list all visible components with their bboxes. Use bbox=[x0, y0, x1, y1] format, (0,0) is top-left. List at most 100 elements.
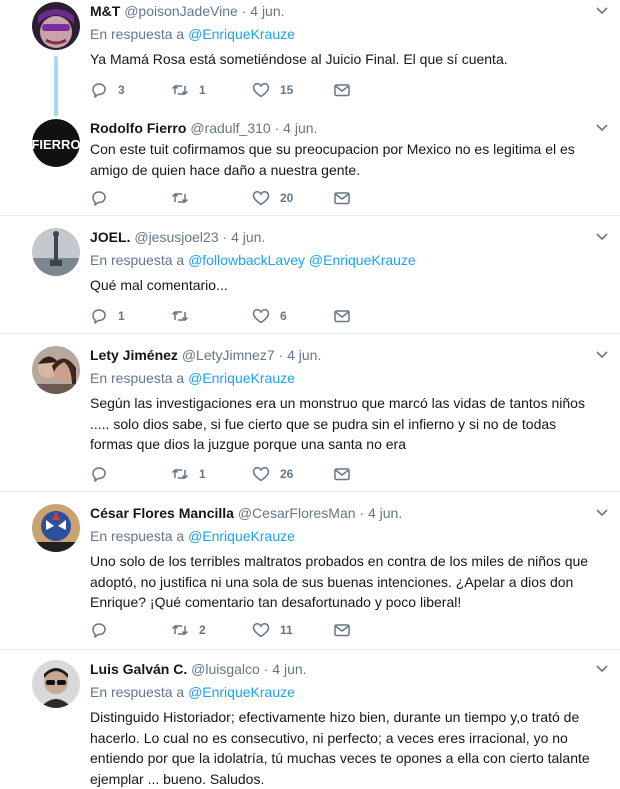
tweet-feed: M&T @poisonJadeVine · 4 jun. En respuest… bbox=[0, 0, 620, 787]
timestamp[interactable]: 4 jun. bbox=[250, 3, 284, 19]
reply-icon bbox=[92, 467, 106, 482]
mention-link[interactable]: @EnriqueKrauze bbox=[309, 252, 416, 268]
tweet[interactable]: M&T @poisonJadeVine · 4 jun. En respuest… bbox=[0, 0, 620, 116]
chevron-down-icon[interactable] bbox=[596, 232, 608, 242]
direct-message-button[interactable] bbox=[333, 188, 363, 208]
author-name[interactable]: M&T bbox=[90, 3, 120, 19]
chevron-down-icon[interactable] bbox=[596, 350, 608, 360]
reply-icon bbox=[92, 309, 106, 324]
timestamp[interactable]: 4 jun. bbox=[283, 120, 317, 136]
heart-icon bbox=[252, 83, 270, 98]
reply-context: En respuesta a @followbackLavey @Enrique… bbox=[90, 252, 416, 268]
author-name[interactable]: César Flores Mancilla bbox=[90, 505, 234, 521]
avatar[interactable] bbox=[32, 346, 80, 394]
reply-icon bbox=[92, 191, 106, 206]
like-button[interactable]: 26 bbox=[252, 464, 333, 484]
tweet-text: Uno solo de los terribles maltratos prob… bbox=[90, 553, 589, 610]
reply-context: En respuesta a @EnriqueKrauze bbox=[90, 26, 295, 42]
reply-context: En respuesta a @EnriqueKrauze bbox=[90, 528, 295, 544]
retweet-button[interactable]: 1 bbox=[171, 80, 252, 100]
avatar[interactable] bbox=[32, 504, 80, 552]
reply-button[interactable]: 1 bbox=[90, 306, 171, 326]
author-handle[interactable]: @radulf_310 bbox=[190, 120, 270, 136]
envelope-icon bbox=[334, 310, 350, 323]
avatar[interactable] bbox=[32, 660, 80, 708]
retweet-icon bbox=[171, 469, 189, 479]
direct-message-button[interactable] bbox=[333, 306, 363, 326]
like-button[interactable]: 20 bbox=[252, 188, 333, 208]
author-handle[interactable]: @luisgalco bbox=[191, 661, 260, 677]
timestamp[interactable]: 4 jun. bbox=[287, 347, 321, 363]
heart-icon bbox=[252, 191, 270, 206]
tweet[interactable]: César Flores Mancilla @CesarFloresMan · … bbox=[0, 492, 620, 650]
direct-message-button[interactable] bbox=[333, 80, 363, 100]
like-button[interactable]: 15 bbox=[252, 80, 333, 100]
reply-icon bbox=[92, 623, 106, 638]
mention-link[interactable]: @EnriqueKrauze bbox=[188, 26, 295, 42]
retweet-button[interactable]: 1 bbox=[171, 464, 252, 484]
tweet-header: César Flores Mancilla @CesarFloresMan · … bbox=[90, 505, 403, 521]
timestamp[interactable]: 4 jun. bbox=[368, 505, 402, 521]
author-name[interactable]: Luis Galván C. bbox=[90, 661, 187, 677]
author-name[interactable]: Rodolfo Fierro bbox=[90, 120, 186, 136]
thread-line bbox=[54, 56, 58, 116]
avatar-logo-text: FIERRO bbox=[32, 137, 80, 152]
tweet-text: Distinguido Historiador; efectivamente h… bbox=[90, 709, 590, 787]
reply-icon bbox=[92, 83, 106, 98]
reply-button[interactable] bbox=[90, 620, 171, 640]
tweet[interactable]: JOEL. @jesusjoel23 · 4 jun. En respuesta… bbox=[0, 216, 620, 334]
mention-link[interactable]: @EnriqueKrauze bbox=[188, 684, 295, 700]
tweet-text: Con este tuit cofirmamos que su preocupa… bbox=[90, 141, 575, 178]
envelope-icon bbox=[334, 624, 350, 637]
tweet-text: Qué mal comentario... bbox=[90, 277, 228, 293]
like-button[interactable]: 11 bbox=[252, 620, 333, 640]
tweet[interactable]: Luis Galván C. @luisgalco · 4 jun. En re… bbox=[0, 650, 620, 787]
mention-link[interactable]: @followbackLavey bbox=[188, 252, 305, 268]
tweet-header: Rodolfo Fierro @radulf_310 · 4 jun. bbox=[90, 120, 318, 136]
reply-context: En respuesta a @EnriqueKrauze bbox=[90, 684, 295, 700]
chevron-down-icon[interactable] bbox=[596, 664, 608, 674]
tweet[interactable]: FIERRO Rodolfo Fierro @radulf_310 · 4 ju… bbox=[0, 109, 620, 216]
mention-link[interactable]: @EnriqueKrauze bbox=[188, 528, 295, 544]
retweet-icon bbox=[171, 625, 189, 635]
envelope-icon bbox=[334, 468, 350, 481]
avatar[interactable] bbox=[32, 2, 80, 50]
author-name[interactable]: JOEL. bbox=[90, 229, 130, 245]
timestamp[interactable]: 4 jun. bbox=[272, 661, 306, 677]
chevron-down-icon[interactable] bbox=[596, 6, 608, 16]
heart-icon bbox=[252, 623, 270, 638]
tweet-header: M&T @poisonJadeVine · 4 jun. bbox=[90, 3, 285, 19]
chevron-down-icon[interactable] bbox=[596, 508, 608, 518]
retweet-icon bbox=[171, 193, 189, 203]
tweet-header: JOEL. @jesusjoel23 · 4 jun. bbox=[90, 229, 266, 245]
author-name[interactable]: Lety Jiménez bbox=[90, 347, 178, 363]
envelope-icon bbox=[334, 84, 350, 97]
author-handle[interactable]: @jesusjoel23 bbox=[134, 229, 218, 245]
tweet-text: Ya Mamá Rosa está sometiéndose al Juicio… bbox=[90, 51, 508, 67]
tweet-header: Lety Jiménez @LetyJimnez7 · 4 jun. bbox=[90, 347, 322, 363]
envelope-icon bbox=[334, 192, 350, 205]
heart-icon bbox=[252, 467, 270, 482]
avatar[interactable] bbox=[32, 228, 80, 276]
timestamp[interactable]: 4 jun. bbox=[231, 229, 265, 245]
author-handle[interactable]: @poisonJadeVine bbox=[124, 3, 238, 19]
direct-message-button[interactable] bbox=[333, 464, 363, 484]
mention-link[interactable]: @EnriqueKrauze bbox=[188, 370, 295, 386]
direct-message-button[interactable] bbox=[333, 620, 363, 640]
author-handle[interactable]: @CesarFloresMan bbox=[238, 505, 356, 521]
like-button[interactable]: 6 bbox=[252, 306, 333, 326]
reply-button[interactable] bbox=[90, 464, 171, 484]
tweet-text: Según las investigaciones era un monstru… bbox=[90, 395, 585, 452]
author-handle[interactable]: @LetyJimnez7 bbox=[182, 347, 275, 363]
tweet-header: Luis Galván C. @luisgalco · 4 jun. bbox=[90, 661, 307, 677]
tweet[interactable]: Lety Jiménez @LetyJimnez7 · 4 jun. En re… bbox=[0, 334, 620, 492]
retweet-button[interactable] bbox=[171, 306, 252, 326]
retweet-icon bbox=[171, 311, 189, 321]
retweet-button[interactable]: 2 bbox=[171, 620, 252, 640]
reply-button[interactable]: 3 bbox=[90, 80, 171, 100]
chevron-down-icon[interactable] bbox=[596, 123, 608, 133]
reply-button[interactable] bbox=[90, 188, 171, 208]
reply-context: En respuesta a @EnriqueKrauze bbox=[90, 370, 295, 386]
retweet-button[interactable] bbox=[171, 188, 252, 208]
avatar[interactable]: FIERRO bbox=[32, 119, 80, 167]
